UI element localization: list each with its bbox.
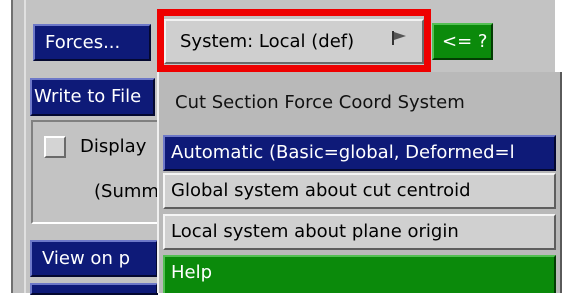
query-button[interactable]: <= ?	[432, 23, 493, 60]
menu-item-global-centroid[interactable]: Global system about cut centroid	[163, 173, 556, 209]
summary-label: (Summ	[94, 181, 157, 202]
menu-item-local-plane-origin[interactable]: Local system about plane origin	[163, 214, 556, 250]
highlight-frame	[157, 9, 431, 72]
menu-title: Cut Section Force Coord System	[175, 92, 465, 113]
next-button-partial[interactable]	[30, 283, 158, 295]
menu-item-help[interactable]: Help	[163, 255, 556, 293]
write-to-file-button[interactable]: Write to File	[30, 78, 155, 116]
display-checkbox[interactable]	[44, 136, 66, 158]
forces-button[interactable]: Forces...	[33, 24, 151, 61]
menu-item-automatic[interactable]: Automatic (Basic=global, Deformed=l	[163, 135, 556, 171]
display-label: Display	[80, 136, 147, 157]
view-on-plane-button[interactable]: View on p	[30, 240, 158, 277]
